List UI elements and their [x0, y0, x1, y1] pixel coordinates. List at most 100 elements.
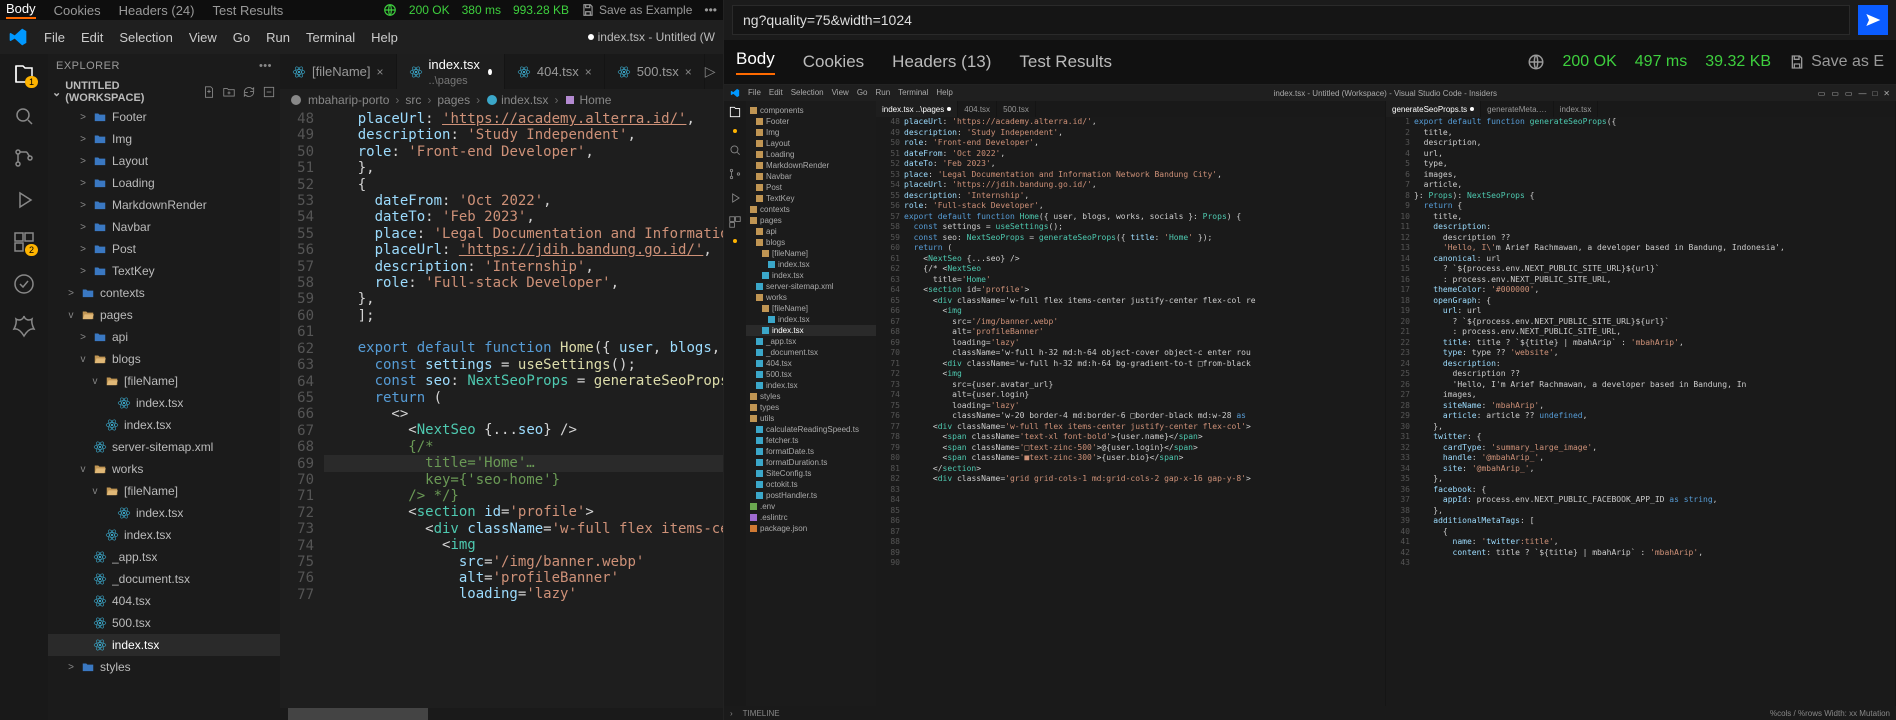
tree-item[interactable]: v[fileName] — [48, 480, 280, 502]
panel-tree-item[interactable]: formatDuration.ts — [746, 457, 876, 468]
panel-tree-item[interactable]: 500.tsx — [746, 369, 876, 380]
panel-editor-tab[interactable]: 404.tsx — [958, 101, 997, 117]
panel-right-code[interactable]: export default function generateSeoProps… — [1414, 117, 1895, 706]
tree-item[interactable]: index.tsx — [48, 392, 280, 414]
close-icon[interactable]: ✕ — [1883, 89, 1890, 98]
activity-search-icon[interactable] — [12, 104, 36, 128]
activity-explorer-icon[interactable]: 1 — [12, 62, 36, 86]
panel-tree-item[interactable]: pages — [746, 215, 876, 226]
new-file-icon[interactable] — [202, 85, 216, 99]
maximize-icon[interactable]: □ — [1872, 89, 1877, 98]
send-button[interactable] — [1858, 5, 1888, 35]
panel-tree-item[interactable]: TextKey — [746, 193, 876, 204]
panel-tree-item[interactable]: Loading — [746, 149, 876, 160]
panel-tree-item[interactable]: blogs — [746, 237, 876, 248]
bc-item[interactable]: index.tsx — [486, 93, 548, 107]
scroll-thumb[interactable] — [288, 708, 428, 720]
menu-help[interactable]: Help — [371, 30, 398, 45]
panel-tree-item[interactable]: Layout — [746, 138, 876, 149]
activity-debug-icon[interactable] — [12, 188, 36, 212]
layout-icon[interactable]: ▭ — [1818, 89, 1826, 98]
panel-tree-item[interactable]: Navbar — [746, 171, 876, 182]
tree-item[interactable]: _app.tsx — [48, 546, 280, 568]
menu-run[interactable]: Run — [266, 30, 290, 45]
panel-tree-item[interactable]: _document.tsx — [746, 347, 876, 358]
panel-editor-tab[interactable]: index.tsx — [1554, 101, 1599, 117]
panel-tree-item[interactable]: index.tsx — [746, 325, 876, 336]
layout-icon[interactable]: ▭ — [1831, 89, 1839, 98]
api-tab-headers[interactable]: Headers (24) — [119, 3, 195, 18]
panel-editor-tab[interactable]: index.tsx ..\pages — [876, 101, 958, 117]
save-as-example[interactable]: Save as E — [1789, 53, 1884, 71]
breadcrumbs[interactable]: mbaharip-porto› src› pages› index.tsx› H… — [280, 89, 723, 111]
tree-item[interactable]: vblogs — [48, 348, 280, 370]
bc-item[interactable]: pages — [437, 93, 470, 107]
tree-item[interactable]: >Img — [48, 128, 280, 150]
chevron-right-icon[interactable]: › — [730, 709, 733, 718]
activity-scm-icon[interactable] — [728, 167, 742, 181]
tree-item[interactable]: v[fileName] — [48, 370, 280, 392]
panel-tree-item[interactable]: .eslintrc — [746, 512, 876, 523]
api-tab-test-results[interactable]: Test Results — [212, 3, 283, 18]
resp-tab-headers[interactable]: Headers (13) — [892, 52, 991, 72]
run-icon[interactable]: ▷ — [705, 63, 716, 80]
menu-edit[interactable]: Edit — [81, 30, 103, 45]
activity-extensions-icon[interactable]: 2 — [12, 230, 36, 254]
tree-item[interactable]: 500.tsx — [48, 612, 280, 634]
tree-item[interactable]: 404.tsx — [48, 590, 280, 612]
editor-tab[interactable]: index.tsx ..\pages — [397, 54, 505, 89]
panel-tree-item[interactable]: index.tsx — [746, 314, 876, 325]
panel-tree-item[interactable]: Img — [746, 127, 876, 138]
tree-item[interactable]: index.tsx — [48, 524, 280, 546]
resp-tab-cookies[interactable]: Cookies — [803, 52, 864, 72]
tree-item[interactable]: >Loading — [48, 172, 280, 194]
tree-item[interactable]: >contexts — [48, 282, 280, 304]
workspace-row[interactable]: ⌄ UNTITLED (WORKSPACE) — [48, 78, 280, 106]
panel-tree-item[interactable]: components — [746, 105, 876, 116]
api-tab-cookies[interactable]: Cookies — [54, 3, 101, 18]
tree-item[interactable]: >MarkdownRender — [48, 194, 280, 216]
menu-view[interactable]: View — [189, 30, 217, 45]
panel-tree-item[interactable]: styles — [746, 391, 876, 402]
tree-item[interactable]: vworks — [48, 458, 280, 480]
sidebar-kebab-icon[interactable]: ••• — [259, 60, 272, 72]
panel-tree-item[interactable]: octokit.ts — [746, 479, 876, 490]
panel-tree-item[interactable]: works — [746, 292, 876, 303]
activity-scm-icon[interactable] — [12, 146, 36, 170]
refresh-icon[interactable] — [242, 85, 256, 99]
panel-editor-tab[interactable]: 500.tsx — [997, 101, 1036, 117]
bc-item[interactable]: mbaharip-porto — [308, 93, 389, 107]
editor-tab[interactable]: 500.tsx× — [605, 54, 705, 89]
panel-editor-tab[interactable]: generateMeta.… — [1481, 101, 1554, 117]
collapse-icon[interactable] — [262, 85, 276, 99]
activity-remote-icon[interactable] — [12, 272, 36, 296]
panel-tree-item[interactable]: utils — [746, 413, 876, 424]
tree-item[interactable]: >Post — [48, 238, 280, 260]
resp-tab-body[interactable]: Body — [736, 49, 775, 75]
close-icon[interactable]: × — [585, 65, 592, 79]
panel-editor-tab[interactable]: generateSeoProps.ts — [1386, 101, 1481, 117]
tree-item[interactable]: index.tsx — [48, 634, 280, 656]
tree-item[interactable]: vpages — [48, 304, 280, 326]
panel-tree-item[interactable]: index.tsx — [746, 270, 876, 281]
tree-item[interactable]: >Footer — [48, 106, 280, 128]
menu-terminal[interactable]: Terminal — [306, 30, 355, 45]
tree-item[interactable]: >TextKey — [48, 260, 280, 282]
api-tab-body[interactable]: Body — [6, 1, 36, 19]
panel-left-code[interactable]: placeUrl: 'https://academy.alterra.id/',… — [904, 117, 1385, 706]
tree-item[interactable]: index.tsx — [48, 414, 280, 436]
editor-tab[interactable]: 404.tsx× — [505, 54, 605, 89]
panel-tree-item[interactable]: [fileName] — [746, 303, 876, 314]
editor-tab[interactable]: [fileName]× — [280, 54, 397, 89]
panel-tree-item[interactable]: types — [746, 402, 876, 413]
panel-tree-item[interactable]: api — [746, 226, 876, 237]
save-as-example[interactable]: Save as Example — [581, 3, 692, 17]
tree-item[interactable]: index.tsx — [48, 502, 280, 524]
tree-item[interactable]: _document.tsx — [48, 568, 280, 590]
panel-tree-item[interactable]: Post — [746, 182, 876, 193]
panel-tree-item[interactable]: .env — [746, 501, 876, 512]
minimize-icon[interactable]: — — [1858, 89, 1866, 98]
panel-tree-item[interactable]: package.json — [746, 523, 876, 534]
horizontal-scrollbar[interactable] — [280, 708, 723, 720]
activity-misc-icon[interactable] — [12, 314, 36, 338]
